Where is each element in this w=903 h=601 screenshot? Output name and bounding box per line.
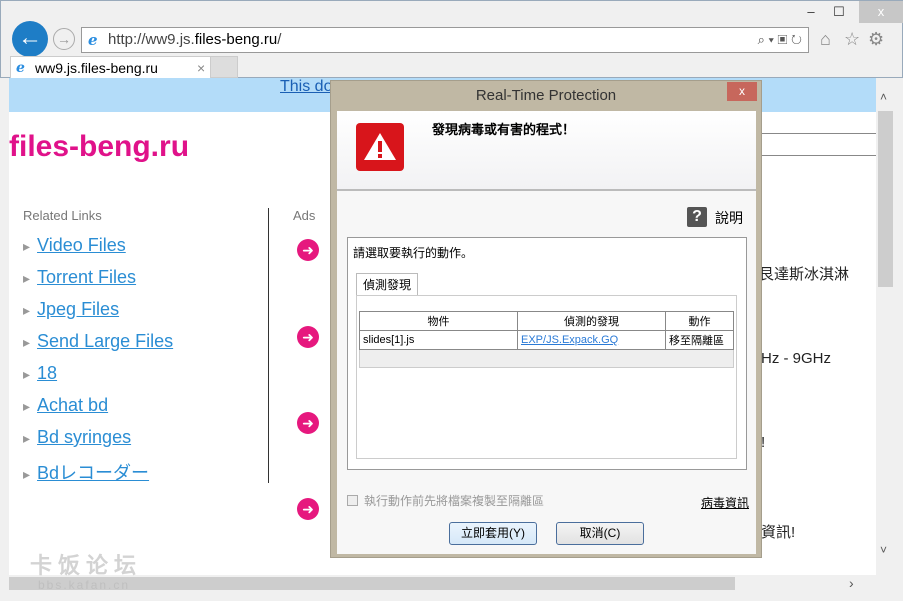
- copy-to-quarantine-checkbox[interactable]: [347, 495, 358, 506]
- scroll-down-icon[interactable]: ˅: [880, 543, 887, 557]
- ads-label: Ads: [293, 208, 316, 223]
- action-panel: 請選取要執行的動作。 偵測發現 物件 偵測的發現 動作 slides[1].js…: [347, 237, 747, 470]
- tab-panel: 物件 偵測的發現 動作 slides[1].js EXP/JS.Expack.G…: [356, 295, 737, 459]
- url-prefix: http://ww9.js.: [108, 31, 195, 48]
- banner-link[interactable]: This do: [280, 78, 332, 96]
- tab-detections[interactable]: 偵測發現: [356, 273, 419, 295]
- help-link[interactable]: 說明: [715, 208, 743, 228]
- site-title[interactable]: files-beng.ru: [9, 130, 189, 164]
- address-bar[interactable]: e http://ww9.js.files-beng.ru/ ⌕ ▾ ▣ ↻: [81, 27, 809, 53]
- ad-text: 艮達斯冰淇淋: [759, 266, 850, 283]
- checkbox-label: 執行動作前先將檔案複製至隔離區: [364, 494, 545, 508]
- table-row[interactable]: slides[1].js EXP/JS.Expack.GQ 移至隔離區: [359, 330, 734, 350]
- tab-close-icon[interactable]: ×: [197, 57, 205, 79]
- scroll-right-icon[interactable]: ›: [849, 575, 854, 591]
- column-header-object[interactable]: 物件: [359, 311, 518, 331]
- empty-row: [359, 349, 734, 368]
- table-header: 物件 偵測的發現 動作: [359, 311, 734, 331]
- apply-button[interactable]: 立即套用(Y): [449, 522, 537, 545]
- back-button[interactable]: ←: [12, 21, 48, 57]
- dialog-header: 發現病毒或有害的程式！: [337, 111, 756, 191]
- maximize-button[interactable]: ☐: [825, 1, 853, 23]
- ad-text: Hz - 9GHz: [761, 350, 832, 367]
- help-icon[interactable]: ?: [687, 207, 707, 227]
- action-prompt: 請選取要執行的動作。: [353, 246, 474, 260]
- home-icon[interactable]: ⌂: [820, 29, 831, 50]
- related-link[interactable]: Jpeg Files: [23, 299, 119, 320]
- detections-table: 物件 偵測的發現 動作 slides[1].js EXP/JS.Expack.G…: [359, 311, 734, 368]
- column-header-action[interactable]: 動作: [665, 311, 734, 331]
- browser-chrome: – ☐ x ← → e http://ww9.js.files-beng.ru/…: [0, 0, 903, 79]
- search-refresh-icons[interactable]: ⌕ ▾ ▣ ↻: [758, 28, 802, 52]
- related-link[interactable]: Achat bd: [23, 395, 108, 416]
- close-window-button[interactable]: x: [859, 1, 903, 23]
- watermark-url: bbs.kafan.cn: [38, 578, 131, 592]
- related-link[interactable]: 18: [23, 363, 57, 384]
- ad-arrow-icon[interactable]: ➜: [297, 498, 319, 520]
- ad-arrow-icon[interactable]: ➜: [297, 412, 319, 434]
- tab-active[interactable]: e ww9.js.files-beng.ru ×: [10, 56, 238, 79]
- related-link[interactable]: Bdレコーダー: [23, 459, 149, 485]
- warning-icon: [356, 123, 404, 171]
- new-tab-button[interactable]: [210, 56, 238, 78]
- scroll-thumb[interactable]: [878, 111, 893, 287]
- column-divider: [268, 208, 269, 483]
- column-header-detection[interactable]: 偵測的發現: [517, 311, 666, 331]
- related-links-label: Related Links: [23, 208, 102, 223]
- url-domain: files-beng.ru: [194, 31, 278, 48]
- dialog-title: Real-Time Protection: [475, 87, 617, 104]
- divider: [752, 155, 876, 156]
- virus-info-link[interactable]: 病毒資訊: [701, 494, 749, 511]
- vertical-scrollbar[interactable]: ˄ ˅: [876, 78, 895, 575]
- ad-arrow-icon[interactable]: ➜: [297, 326, 319, 348]
- dialog-body: 發現病毒或有害的程式！ ? 說明 請選取要執行的動作。 偵測發現 物件 偵測的發…: [337, 111, 756, 554]
- related-link[interactable]: Bd syringes: [23, 427, 131, 448]
- detection-link[interactable]: EXP/JS.Expack.GQ: [517, 330, 666, 350]
- tab-title: ww9.js.files-beng.ru: [35, 60, 158, 76]
- cancel-button[interactable]: 取消(C): [556, 522, 644, 545]
- watermark: 卡饭论坛: [30, 553, 143, 578]
- dialog-close-button[interactable]: x: [727, 82, 757, 101]
- ie-tab-icon: e: [16, 60, 25, 76]
- object-cell: slides[1].js: [359, 330, 518, 350]
- scroll-up-icon[interactable]: ˄: [880, 90, 887, 104]
- dialog-headline: 發現病毒或有害的程式！: [432, 122, 576, 137]
- minimize-button[interactable]: –: [797, 1, 825, 23]
- divider: [752, 133, 876, 134]
- real-time-protection-dialog: Real-Time Protection x 發現病毒或有害的程式！ ? 說明 …: [330, 80, 762, 558]
- url-suffix: /: [277, 31, 282, 48]
- settings-gear-icon[interactable]: ⚙: [868, 29, 884, 50]
- favorites-star-icon[interactable]: ☆: [844, 29, 860, 50]
- related-link[interactable]: Send Large Files: [23, 331, 173, 352]
- ad-text: 資訊!: [761, 524, 796, 541]
- related-link[interactable]: Video Files: [23, 235, 126, 256]
- related-link[interactable]: Torrent Files: [23, 267, 136, 288]
- ie-page-icon: e: [88, 31, 98, 49]
- ad-arrow-icon[interactable]: ➜: [297, 239, 319, 261]
- action-cell[interactable]: 移至隔離區: [665, 330, 734, 350]
- forward-button[interactable]: →: [53, 28, 75, 50]
